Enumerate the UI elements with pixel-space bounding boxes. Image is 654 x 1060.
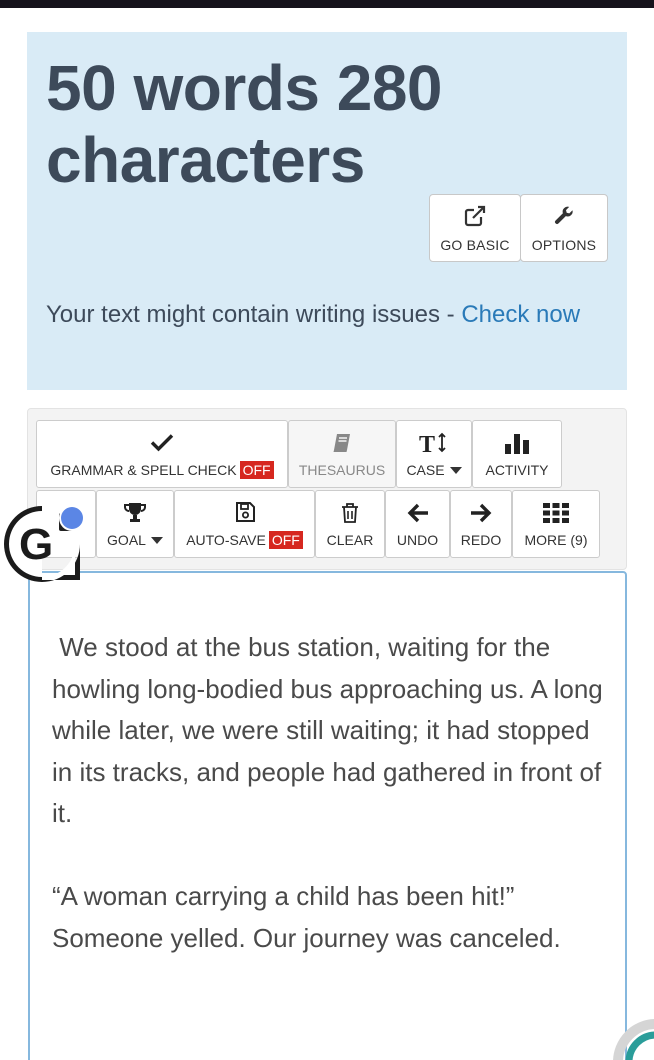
grid-icon [543, 500, 569, 526]
check-now-link[interactable]: Check now [461, 301, 580, 328]
more-button[interactable]: MORE (9) [512, 490, 600, 558]
go-basic-label: GO BASIC [440, 236, 510, 253]
text-height-icon: T [419, 430, 449, 456]
external-link-icon [463, 204, 487, 231]
book-icon [331, 430, 353, 456]
editor-content[interactable]: We stood at the bus station, waiting for… [52, 627, 612, 959]
trash-icon [340, 500, 360, 526]
grammarly-logo-icon: G [4, 505, 85, 582]
floating-assistant-icon[interactable] [610, 1016, 654, 1060]
goal-label: GOAL [107, 532, 146, 548]
auto-save-status-badge: OFF [268, 531, 303, 549]
word-count-panel: 50 words 280 characters GO BASIC OPTIONS… [27, 32, 627, 390]
grammar-spell-check-label: GRAMMAR & SPELL CHECK [50, 462, 237, 478]
goal-button[interactable]: GOAL [96, 490, 174, 558]
grammar-spell-check-button[interactable]: GRAMMAR & SPELL CHECK OFF [36, 420, 288, 488]
options-label: OPTIONS [531, 236, 597, 253]
activity-label: ACTIVITY [485, 462, 549, 478]
writing-issues-notice: Your text might contain writing issues -… [46, 296, 606, 333]
floppy-disk-icon [234, 499, 256, 525]
redo-button[interactable]: REDO [450, 490, 512, 558]
top-status-bar [0, 0, 654, 8]
check-icon [150, 429, 174, 455]
go-basic-button[interactable]: GO BASIC [429, 194, 521, 262]
text-editor[interactable]: We stood at the bus station, waiting for… [28, 571, 627, 1060]
svg-text:G: G [19, 520, 53, 569]
grammarly-floating-button[interactable]: G [2, 502, 85, 582]
svg-text:T: T [419, 432, 435, 455]
case-button[interactable]: T CASE [396, 420, 472, 488]
clear-button[interactable]: CLEAR [315, 490, 385, 558]
undo-button[interactable]: UNDO [385, 490, 450, 558]
bar-chart-icon [504, 430, 530, 456]
undo-label: UNDO [396, 532, 439, 548]
writing-issues-text: Your text might contain writing issues - [46, 301, 462, 328]
arrow-left-icon [406, 500, 430, 526]
auto-save-button[interactable]: AUTO-SAVE OFF [174, 490, 315, 558]
more-label: MORE (9) [524, 532, 588, 548]
thesaurus-label: THESAURUS [298, 462, 386, 478]
chevron-down-icon [150, 536, 163, 544]
grammar-status-badge: OFF [239, 461, 274, 479]
trophy-icon [122, 500, 148, 526]
auto-save-label: AUTO-SAVE [186, 532, 266, 548]
case-label: CASE [406, 462, 445, 478]
wrench-icon [552, 204, 576, 231]
redo-label: REDO [460, 532, 502, 548]
word-count-title: 50 words 280 characters [46, 52, 443, 196]
chevron-down-icon [449, 466, 462, 474]
thesaurus-button[interactable]: THESAURUS [288, 420, 396, 488]
options-button[interactable]: OPTIONS [520, 194, 608, 262]
clear-label: CLEAR [326, 532, 374, 548]
arrow-right-icon [469, 500, 493, 526]
editor-toolbar: GRAMMAR & SPELL CHECK OFF THESAURUS T CAS… [27, 408, 627, 570]
activity-button[interactable]: ACTIVITY [472, 420, 562, 488]
